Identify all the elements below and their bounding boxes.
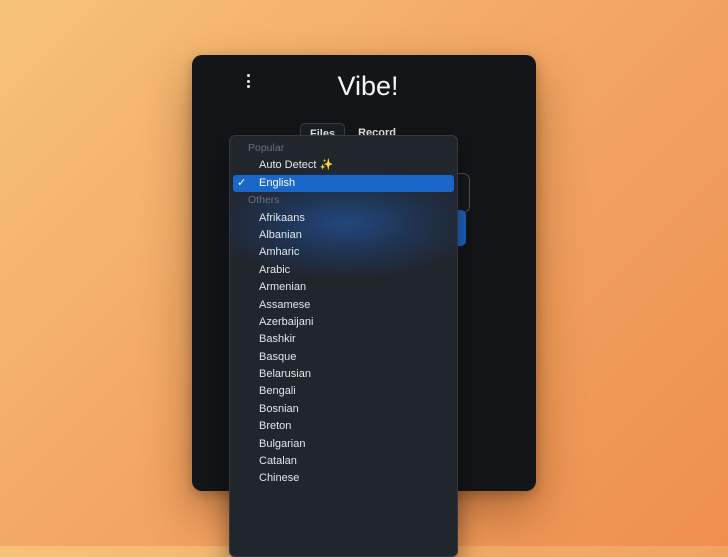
option-catalan[interactable]: Catalan bbox=[230, 453, 457, 470]
option-bengali[interactable]: Bengali bbox=[230, 383, 457, 400]
option-albanian[interactable]: Albanian bbox=[230, 227, 457, 244]
option-assamese[interactable]: Assamese bbox=[230, 297, 457, 314]
option-armenian[interactable]: Armenian bbox=[230, 279, 457, 296]
group-label-others: Others bbox=[248, 194, 280, 207]
option-chinese[interactable]: Chinese bbox=[230, 470, 457, 487]
option-azerbaijani[interactable]: Azerbaijani bbox=[230, 314, 457, 331]
option-bosnian[interactable]: Bosnian bbox=[230, 401, 457, 418]
others-options: Afrikaans Albanian Amharic Arabic Armenian As… bbox=[230, 210, 457, 488]
language-dropdown[interactable]: Popular Auto Detect ✨ ✓ English Others A… bbox=[229, 135, 458, 557]
option-english[interactable]: ✓ English bbox=[233, 174, 454, 193]
option-bulgarian[interactable]: Bulgarian bbox=[230, 436, 457, 453]
option-english-label: English bbox=[259, 176, 296, 189]
option-auto-detect[interactable]: Auto Detect ✨ bbox=[230, 157, 457, 174]
option-amharic[interactable]: Amharic bbox=[230, 244, 457, 261]
option-bashkir[interactable]: Bashkir bbox=[230, 331, 457, 348]
option-arabic[interactable]: Arabic bbox=[230, 262, 457, 279]
option-basque[interactable]: Basque bbox=[230, 349, 457, 366]
option-belarusian[interactable]: Belarusian bbox=[230, 366, 457, 383]
option-afrikaans[interactable]: Afrikaans bbox=[230, 210, 457, 227]
group-label-popular: Popular bbox=[248, 142, 285, 154]
app-title: Vibe! bbox=[337, 71, 399, 101]
language-options-list: Popular Auto Detect ✨ ✓ English Others A… bbox=[230, 136, 457, 488]
checkmark-icon: ✓ bbox=[237, 176, 247, 189]
option-breton[interactable]: Breton bbox=[230, 418, 457, 435]
